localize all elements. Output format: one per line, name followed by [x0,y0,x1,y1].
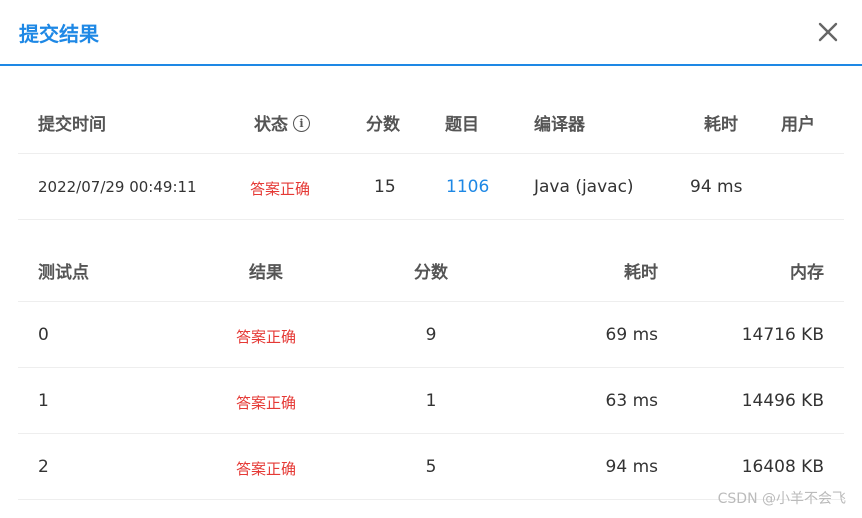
test-score: 5 [425,457,437,477]
header-problem: 题目 [445,115,479,135]
header-submit-time: 提交时间 [38,115,106,135]
info-icon[interactable]: i [293,114,310,132]
header-status-label: 状态 [254,115,288,135]
test-memory: 16408 KB [741,457,824,477]
testcase-header-row: 测试点 结果 分数 耗时 内存 [18,236,844,302]
test-result: 答案正确 [235,328,296,346]
submission-elapsed: 94 ms [690,177,743,197]
watermark: CSDN @小羊不会飞 [717,491,846,507]
test-result: 答案正确 [235,394,296,412]
submit-time: 2022/07/29 00:49:11 [38,178,197,196]
submission-table: 提交时间 状态 i 分数 题目 编译器 耗时 用户 2022/07/29 00:4… [18,88,844,220]
close-icon[interactable] [814,18,842,46]
table-row: 1 答案正确 1 63 ms 14496 KB [18,368,844,434]
header-elapsed: 耗时 [704,115,738,135]
header-test-elapsed: 耗时 [624,263,658,283]
table-row: 0 答案正确 9 69 ms 14716 KB [18,302,844,368]
test-point: 0 [38,325,49,345]
header-test-point: 测试点 [38,263,89,283]
submission-header-row: 提交时间 状态 i 分数 题目 编译器 耗时 用户 [18,88,844,154]
test-point: 1 [38,391,49,411]
header-memory: 内存 [790,263,824,283]
test-elapsed: 63 ms [605,391,658,411]
test-score: 9 [425,325,437,345]
dialog-header: 提交结果 [0,0,862,66]
dialog-title: 提交结果 [19,22,99,46]
test-score: 1 [425,391,437,411]
test-point: 2 [38,457,49,477]
submission-score: 15 [374,177,396,197]
header-result: 结果 [249,263,283,283]
testcase-table: 测试点 结果 分数 耗时 内存 0 答案正确 9 69 ms 14716 KB … [18,236,844,500]
problem-link[interactable]: 1106 [446,177,489,197]
test-result: 答案正确 [235,460,296,478]
header-user: 用户 [781,115,815,135]
header-score: 分数 [366,115,400,135]
status-badge: 答案正确 [250,180,311,198]
test-elapsed: 69 ms [605,325,658,345]
compiler-value: Java (javac) [534,177,634,197]
header-status: 状态 i [254,110,310,135]
test-memory: 14716 KB [741,325,824,345]
header-test-score: 分数 [414,263,448,283]
test-memory: 14496 KB [741,391,824,411]
submission-row: 2022/07/29 00:49:11 答案正确 15 1106 Java (j… [18,154,844,220]
test-elapsed: 94 ms [605,457,658,477]
header-compiler: 编译器 [534,115,585,135]
